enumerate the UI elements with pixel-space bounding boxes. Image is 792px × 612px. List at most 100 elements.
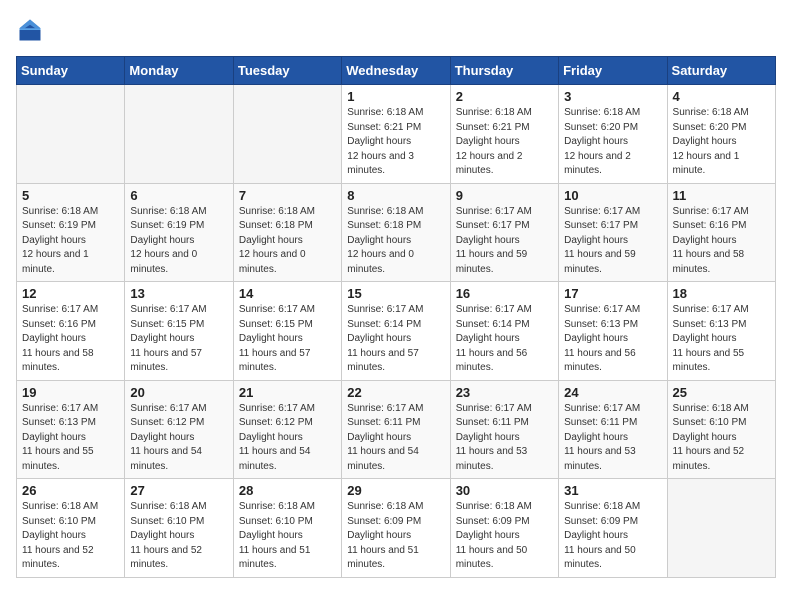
calendar-cell: 28 Sunrise: 6:18 AMSunset: 6:10 PMDayligh… — [233, 479, 341, 578]
day-number: 6 — [130, 188, 227, 203]
calendar-week-row: 12 Sunrise: 6:17 AMSunset: 6:16 PMDayligh… — [17, 282, 776, 381]
day-info: Sunrise: 6:18 AMSunset: 6:21 PMDaylight … — [347, 106, 444, 179]
logo — [16, 16, 48, 44]
day-info: Sunrise: 6:17 AMSunset: 6:13 PMDaylight … — [22, 402, 119, 475]
day-of-week-header: Friday — [559, 57, 667, 85]
day-number: 15 — [347, 286, 444, 301]
calendar-table: SundayMondayTuesdayWednesdayThursdayFrid… — [16, 56, 776, 578]
day-info: Sunrise: 6:17 AMSunset: 6:13 PMDaylight … — [673, 303, 770, 376]
day-number: 7 — [239, 188, 336, 203]
calendar-cell: 26Sunrise: 6:18 AMSunset: 6:10 PMDayligh… — [17, 479, 125, 578]
day-number: 21 — [239, 385, 336, 400]
calendar-cell: 12 Sunrise: 6:17 AMSunset: 6:16 PMDayligh… — [17, 282, 125, 381]
day-number: 24 — [564, 385, 661, 400]
day-info: Sunrise: 6:17 AMSunset: 6:12 PMDaylight … — [130, 402, 227, 475]
day-info: Sunrise: 6:18 AMSunset: 6:18 PMDaylight … — [347, 205, 444, 278]
calendar-header-row: SundayMondayTuesdayWednesdayThursdayFrid… — [17, 57, 776, 85]
calendar-cell — [667, 479, 775, 578]
calendar-week-row: 19Sunrise: 6:17 AMSunset: 6:13 PMDayligh… — [17, 380, 776, 479]
day-number: 3 — [564, 89, 661, 104]
day-info: Sunrise: 6:18 AMSunset: 6:21 PMDaylight … — [456, 106, 553, 179]
day-info: Sunrise: 6:18 AMSunset: 6:10 PMDaylight … — [239, 500, 336, 573]
day-info: Sunrise: 6:18 AMSunset: 6:19 PMDaylight … — [22, 205, 119, 278]
calendar-cell: 10 Sunrise: 6:17 AMSunset: 6:17 PMDayligh… — [559, 183, 667, 282]
day-info: Sunrise: 6:17 AMSunset: 6:16 PMDaylight … — [22, 303, 119, 376]
day-info: Sunrise: 6:17 AMSunset: 6:11 PMDaylight … — [347, 402, 444, 475]
calendar-cell: 27 Sunrise: 6:18 AMSunset: 6:10 PMDayligh… — [125, 479, 233, 578]
day-number: 11 — [673, 188, 770, 203]
calendar-cell: 29 Sunrise: 6:18 AMSunset: 6:09 PMDayligh… — [342, 479, 450, 578]
day-info: Sunrise: 6:17 AMSunset: 6:17 PMDaylight … — [456, 205, 553, 278]
calendar-cell: 23 Sunrise: 6:17 AMSunset: 6:11 PMDayligh… — [450, 380, 558, 479]
calendar-cell: 19Sunrise: 6:17 AMSunset: 6:13 PMDayligh… — [17, 380, 125, 479]
calendar-cell: 5 Sunrise: 6:18 AMSunset: 6:19 PMDaylight… — [17, 183, 125, 282]
day-info: Sunrise: 6:17 AMSunset: 6:17 PMDaylight … — [564, 205, 661, 278]
day-info: Sunrise: 6:17 AMSunset: 6:11 PMDaylight … — [456, 402, 553, 475]
day-number: 14 — [239, 286, 336, 301]
day-number: 31 — [564, 483, 661, 498]
day-info: Sunrise: 6:18 AMSunset: 6:09 PMDaylight … — [456, 500, 553, 573]
day-number: 10 — [564, 188, 661, 203]
day-number: 1 — [347, 89, 444, 104]
day-of-week-header: Thursday — [450, 57, 558, 85]
day-number: 29 — [347, 483, 444, 498]
day-info: Sunrise: 6:18 AMSunset: 6:19 PMDaylight … — [130, 205, 227, 278]
calendar-cell: 7 Sunrise: 6:18 AMSunset: 6:18 PMDaylight… — [233, 183, 341, 282]
calendar-cell: 21 Sunrise: 6:17 AMSunset: 6:12 PMDayligh… — [233, 380, 341, 479]
calendar-cell: 8 Sunrise: 6:18 AMSunset: 6:18 PMDaylight… — [342, 183, 450, 282]
calendar-cell: 2Sunrise: 6:18 AMSunset: 6:21 PMDaylight… — [450, 85, 558, 184]
calendar-cell: 30 Sunrise: 6:18 AMSunset: 6:09 PMDayligh… — [450, 479, 558, 578]
day-number: 22 — [347, 385, 444, 400]
calendar-week-row: 1 Sunrise: 6:18 AMSunset: 6:21 PMDaylight… — [17, 85, 776, 184]
calendar-cell: 16Sunrise: 6:17 AMSunset: 6:14 PMDayligh… — [450, 282, 558, 381]
day-info: Sunrise: 6:18 AMSunset: 6:10 PMDaylight … — [130, 500, 227, 573]
day-number: 28 — [239, 483, 336, 498]
calendar-cell: 17 Sunrise: 6:17 AMSunset: 6:13 PMDayligh… — [559, 282, 667, 381]
calendar-cell: 6 Sunrise: 6:18 AMSunset: 6:19 PMDaylight… — [125, 183, 233, 282]
day-number: 25 — [673, 385, 770, 400]
day-of-week-header: Saturday — [667, 57, 775, 85]
calendar-cell: 25Sunrise: 6:18 AMSunset: 6:10 PMDayligh… — [667, 380, 775, 479]
calendar-cell: 1 Sunrise: 6:18 AMSunset: 6:21 PMDaylight… — [342, 85, 450, 184]
day-info: Sunrise: 6:18 AMSunset: 6:20 PMDaylight … — [564, 106, 661, 179]
day-number: 5 — [22, 188, 119, 203]
calendar-cell — [233, 85, 341, 184]
calendar-cell: 31 Sunrise: 6:18 AMSunset: 6:09 PMDayligh… — [559, 479, 667, 578]
calendar-week-row: 5 Sunrise: 6:18 AMSunset: 6:19 PMDaylight… — [17, 183, 776, 282]
calendar-cell: 13Sunrise: 6:17 AMSunset: 6:15 PMDayligh… — [125, 282, 233, 381]
day-number: 12 — [22, 286, 119, 301]
calendar-cell: 22 Sunrise: 6:17 AMSunset: 6:11 PMDayligh… — [342, 380, 450, 479]
day-info: Sunrise: 6:17 AMSunset: 6:13 PMDaylight … — [564, 303, 661, 376]
calendar-cell: 4 Sunrise: 6:18 AMSunset: 6:20 PMDaylight… — [667, 85, 775, 184]
calendar-cell: 11Sunrise: 6:17 AMSunset: 6:16 PMDayligh… — [667, 183, 775, 282]
day-info: Sunrise: 6:18 AMSunset: 6:09 PMDaylight … — [347, 500, 444, 573]
day-number: 30 — [456, 483, 553, 498]
day-info: Sunrise: 6:17 AMSunset: 6:12 PMDaylight … — [239, 402, 336, 475]
day-of-week-header: Monday — [125, 57, 233, 85]
calendar-cell: 18 Sunrise: 6:17 AMSunset: 6:13 PMDayligh… — [667, 282, 775, 381]
day-number: 23 — [456, 385, 553, 400]
day-info: Sunrise: 6:17 AMSunset: 6:11 PMDaylight … — [564, 402, 661, 475]
day-info: Sunrise: 6:18 AMSunset: 6:10 PMDaylight … — [22, 500, 119, 573]
day-info: Sunrise: 6:18 AMSunset: 6:20 PMDaylight … — [673, 106, 770, 179]
day-number: 4 — [673, 89, 770, 104]
page-header — [16, 16, 776, 44]
day-number: 17 — [564, 286, 661, 301]
calendar-week-row: 26Sunrise: 6:18 AMSunset: 6:10 PMDayligh… — [17, 479, 776, 578]
day-number: 18 — [673, 286, 770, 301]
day-number: 8 — [347, 188, 444, 203]
day-info: Sunrise: 6:17 AMSunset: 6:15 PMDaylight … — [130, 303, 227, 376]
calendar-cell: 15Sunrise: 6:17 AMSunset: 6:14 PMDayligh… — [342, 282, 450, 381]
day-number: 27 — [130, 483, 227, 498]
day-of-week-header: Wednesday — [342, 57, 450, 85]
day-info: Sunrise: 6:17 AMSunset: 6:14 PMDaylight … — [456, 303, 553, 376]
calendar-cell — [17, 85, 125, 184]
calendar-cell: 9 Sunrise: 6:17 AMSunset: 6:17 PMDaylight… — [450, 183, 558, 282]
day-number: 20 — [130, 385, 227, 400]
calendar-cell: 14Sunrise: 6:17 AMSunset: 6:15 PMDayligh… — [233, 282, 341, 381]
day-number: 9 — [456, 188, 553, 203]
day-info: Sunrise: 6:18 AMSunset: 6:09 PMDaylight … — [564, 500, 661, 573]
day-info: Sunrise: 6:18 AMSunset: 6:18 PMDaylight … — [239, 205, 336, 278]
logo-icon — [16, 16, 44, 44]
calendar-cell: 24 Sunrise: 6:17 AMSunset: 6:11 PMDayligh… — [559, 380, 667, 479]
